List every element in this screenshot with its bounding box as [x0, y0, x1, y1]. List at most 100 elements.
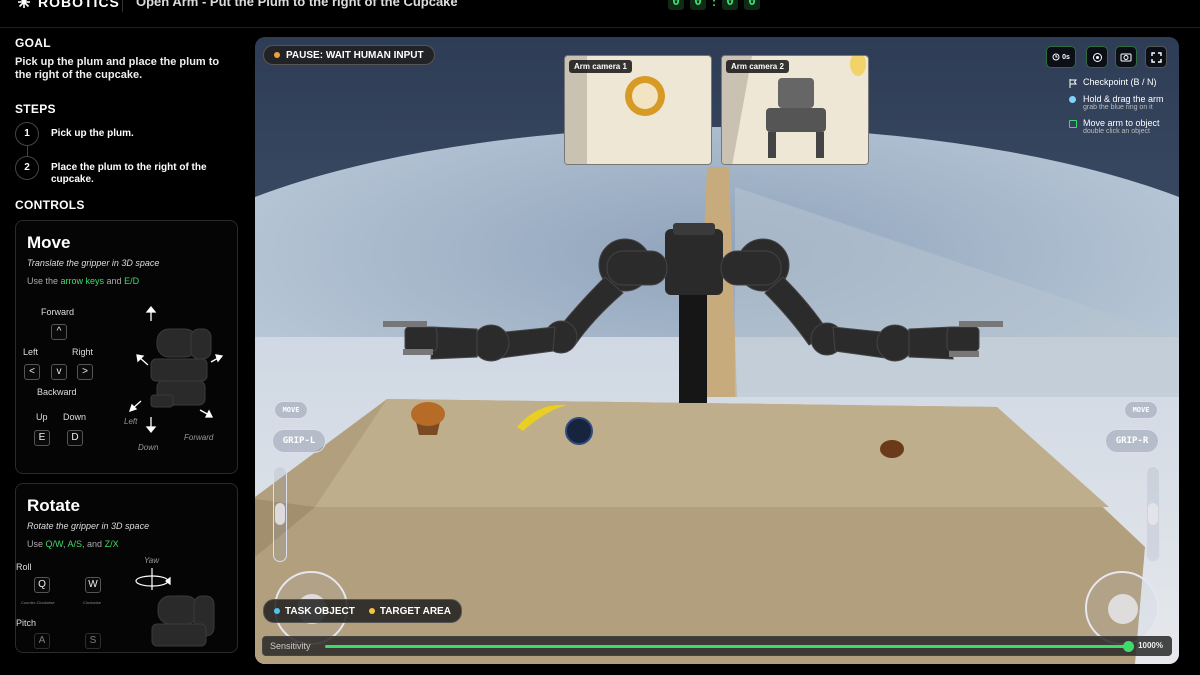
up-label: Up: [36, 412, 48, 422]
timer-separator: :: [712, 0, 716, 9]
target-area-dot-icon: [368, 608, 375, 614]
hint-text: and: [104, 276, 125, 286]
arm-camera-2-label: Arm camera 2: [726, 60, 789, 73]
status-dot-icon: [274, 52, 280, 58]
step-number: 2: [15, 156, 39, 180]
arm-camera-2[interactable]: Arm camera 2: [721, 55, 869, 165]
step-number: 1: [15, 122, 39, 146]
interaction-tips: Checkpoint (B / N) Hold & drag the arm g…: [1067, 77, 1177, 142]
hint-text: Use: [27, 539, 46, 549]
target-icon: [1092, 52, 1102, 62]
timer-digit: 0: [690, 0, 706, 10]
brand-logo-icon: [18, 0, 30, 8]
move-subtitle: Translate the gripper in 3D space: [27, 258, 160, 268]
camera-icon: [1120, 53, 1132, 62]
nut-object: [880, 440, 904, 458]
key-e[interactable]: E: [34, 430, 50, 446]
right-joystick-knob[interactable]: [1108, 594, 1138, 624]
simulation-viewport[interactable]: PAUSE: WAIT HUMAN INPUT Arm camera 1 Arm…: [255, 37, 1179, 664]
rotate-controls-card: Rotate Rotate the gripper in 3D space Us…: [15, 483, 238, 653]
status-text: PAUSE: WAIT HUMAN INPUT: [286, 49, 424, 61]
instructions-panel: GOAL Pick up the plum and place the plum…: [0, 28, 252, 675]
arm-camera-1-label: Arm camera 1: [569, 60, 632, 73]
tip-title: Move arm to object: [1083, 118, 1160, 128]
step-text: Pick up the plum.: [51, 128, 134, 139]
key-a[interactable]: A: [34, 633, 50, 649]
grip-left-button[interactable]: GRIP-L: [272, 429, 326, 453]
key-d[interactable]: D: [67, 430, 83, 446]
scene-render[interactable]: [255, 37, 1179, 664]
move-controls-card: Move Translate the gripper in 3D space U…: [15, 220, 238, 474]
sensitivity-value: 1000%: [1138, 641, 1163, 650]
tip-item: Move arm to object double click an objec…: [1067, 118, 1177, 135]
key-down[interactable]: v: [51, 364, 67, 380]
step-item: 1 Pick up the plum.: [15, 122, 238, 158]
timer-button-value: 0s: [1062, 53, 1070, 61]
hint-text: , and: [82, 539, 105, 549]
timer-digit: 0: [722, 0, 738, 10]
right-panel-edge: [1186, 28, 1200, 675]
right-slider-knob[interactable]: [1148, 503, 1158, 525]
key-w[interactable]: W: [85, 577, 101, 593]
camera-button[interactable]: [1115, 46, 1137, 68]
sensitivity-thumb[interactable]: [1123, 641, 1134, 652]
left-label: Left: [23, 347, 39, 357]
sensitivity-fill: [325, 645, 1129, 648]
right-vertical-slider[interactable]: [1146, 466, 1160, 562]
legend-target-area: TARGET AREA: [368, 605, 451, 617]
hint-keys: Q/W: [45, 539, 64, 549]
goal-text: Pick up the plum and place the plum to t…: [15, 56, 220, 81]
right-label: Right: [72, 347, 94, 357]
tip-title: Checkpoint (B / N): [1083, 77, 1157, 87]
right-joystick[interactable]: [1085, 571, 1159, 645]
yaw-label: Yaw: [144, 556, 159, 565]
status-pill: PAUSE: WAIT HUMAN INPUT: [263, 45, 435, 65]
key-right[interactable]: >: [77, 364, 93, 380]
object-legend: TASK OBJECT TARGET AREA: [263, 599, 462, 623]
timer-digit: 0: [668, 0, 684, 10]
grip-right-button[interactable]: GRIP-R: [1105, 429, 1159, 453]
target-button[interactable]: [1086, 46, 1108, 68]
left-slider-knob[interactable]: [275, 503, 285, 525]
key-q[interactable]: Q: [34, 577, 50, 593]
hint-keys: E/D: [124, 276, 140, 286]
tip-item: Checkpoint (B / N): [1067, 77, 1177, 88]
hint-keys: A/S: [67, 539, 83, 549]
top-bar: ROBOTICS Open Arm - Put the Plum to the …: [0, 0, 1200, 28]
gripper-move-illustration: [128, 305, 224, 434]
key-up[interactable]: ^: [51, 324, 67, 340]
step-item: 2 Place the plum to the right of the cup…: [15, 156, 238, 186]
tip-title: Hold & drag the arm: [1083, 94, 1164, 104]
step-text: Place the plum to the right of the cupca…: [51, 162, 207, 185]
forward-label: Forward: [41, 307, 75, 317]
gripper-rotate-illustration: [135, 568, 215, 647]
sensitivity-bar: Sensitivity 1000%: [262, 636, 1172, 656]
flag-icon: [1069, 79, 1077, 88]
timer-button[interactable]: 0s: [1046, 46, 1076, 68]
task-object-dot-icon: [274, 608, 280, 614]
header-divider: [122, 0, 123, 12]
roll-label: Roll: [16, 562, 32, 572]
fullscreen-icon: [1150, 51, 1162, 63]
move-left-button[interactable]: MOVE: [274, 401, 308, 419]
w-caption: Clockwise: [83, 600, 102, 605]
fullscreen-button[interactable]: [1145, 46, 1167, 68]
arm-camera-1[interactable]: Arm camera 1: [564, 55, 712, 165]
backward-label: Backward: [37, 387, 77, 397]
episode-timer: 0 0 : 0 0: [668, 0, 760, 10]
q-caption: Counter-Clockwise: [21, 600, 55, 605]
left-vertical-slider[interactable]: [273, 466, 287, 562]
task-title: Open Arm - Put the Plum to the right of …: [136, 0, 458, 9]
tip-subtitle: double click an object: [1083, 128, 1150, 135]
move-right-button[interactable]: MOVE: [1124, 401, 1158, 419]
clock-icon: [1052, 53, 1060, 61]
key-left[interactable]: <: [24, 364, 40, 380]
legend-target-area-label: TARGET AREA: [379, 605, 451, 617]
tip-item: Hold & drag the arm grab the blue ring o…: [1067, 94, 1177, 111]
brand: ROBOTICS: [16, 0, 120, 10]
key-s[interactable]: S: [85, 633, 101, 649]
sensitivity-slider[interactable]: [325, 645, 1129, 648]
drag-dot-icon: [1069, 96, 1076, 103]
goal-heading: GOAL: [15, 36, 51, 50]
plum-object: [565, 417, 593, 445]
